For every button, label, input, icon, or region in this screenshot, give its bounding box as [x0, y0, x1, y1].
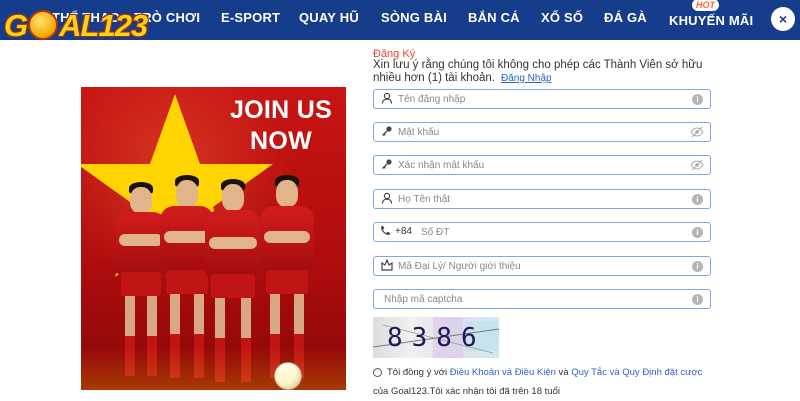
info-icon[interactable]: i: [692, 261, 703, 272]
password-field: [373, 122, 711, 142]
agent-icon: [380, 258, 394, 273]
hot-badge: HOT: [692, 0, 719, 11]
logo-text-right: AL123: [59, 8, 148, 43]
info-icon[interactable]: i: [692, 294, 703, 305]
terms-suffix: của Goal123.Tôi xác nhận tôi đã trên 18 …: [373, 386, 560, 397]
banner-bottom-stripe: [81, 348, 346, 390]
key-icon: [380, 125, 394, 139]
key-icon: [380, 158, 394, 172]
password-input[interactable]: [398, 124, 678, 140]
eye-off-icon[interactable]: [690, 126, 704, 138]
phone-icon: [378, 225, 392, 239]
betting-rules-link[interactable]: Quy Tắc và Quy Định đặt cược: [571, 367, 702, 378]
country-code[interactable]: +84: [395, 226, 412, 237]
banner-headline: JOIN US NOW: [221, 95, 341, 157]
phone-input[interactable]: [421, 224, 671, 240]
username-input[interactable]: [398, 91, 678, 107]
nav-item-ban-ca[interactable]: BẮN CÁ: [468, 0, 520, 40]
login-link[interactable]: Đăng Nhập: [501, 73, 552, 84]
captcha-image[interactable]: 8386: [373, 317, 499, 358]
info-icon[interactable]: i: [692, 227, 703, 238]
banner-line-1: JOIN US: [229, 96, 333, 124]
nav-item-xo-so[interactable]: XỔ SỐ: [541, 0, 583, 40]
full-name-field: i: [373, 189, 711, 209]
agent-code-field: i: [373, 256, 711, 276]
full-name-input[interactable]: [398, 191, 678, 207]
logo-text-left: G: [4, 8, 28, 43]
nav-item-quay-hu[interactable]: QUAY HŨ: [299, 0, 359, 40]
user-icon: [380, 92, 394, 106]
nav-item-da-ga[interactable]: ĐÁ GÀ: [604, 0, 647, 40]
username-field: i: [373, 89, 711, 109]
goal123-logo[interactable]: G AL123: [4, 4, 148, 48]
agent-code-input[interactable]: [398, 258, 678, 274]
banner-line-2: NOW: [250, 127, 312, 155]
close-icon[interactable]: ×: [771, 7, 795, 31]
info-icon[interactable]: i: [692, 94, 703, 105]
captcha-input[interactable]: [384, 291, 664, 307]
captcha-code: 8386: [387, 323, 486, 353]
terms-and: và: [558, 367, 569, 378]
join-us-banner: JOIN US NOW: [81, 87, 346, 390]
phone-field: +84 i: [373, 222, 711, 242]
confirm-password-field: [373, 155, 711, 175]
terms-prefix: Tôi đồng ý với: [387, 367, 448, 378]
user-icon: [380, 192, 394, 206]
info-icon[interactable]: i: [692, 194, 703, 205]
nav-item-song-bai[interactable]: SÒNG BÀI: [381, 0, 447, 40]
account-policy-note: Xin lưu ý rằng chúng tôi không cho phép …: [373, 59, 713, 85]
confirm-password-input[interactable]: [398, 157, 678, 173]
terms-radio[interactable]: [373, 367, 382, 377]
soccer-ball-icon: [28, 10, 59, 40]
eye-off-icon[interactable]: [690, 159, 704, 171]
captcha-field: i: [373, 289, 711, 309]
terms-conditions-link[interactable]: Điều Khoản và Điều Kiện: [450, 367, 556, 378]
terms-agreement: Tôi đồng ý với Điều Khoản và Điều Kiện v…: [373, 363, 713, 401]
nav-item-e-sport[interactable]: E-SPORT: [221, 0, 280, 40]
